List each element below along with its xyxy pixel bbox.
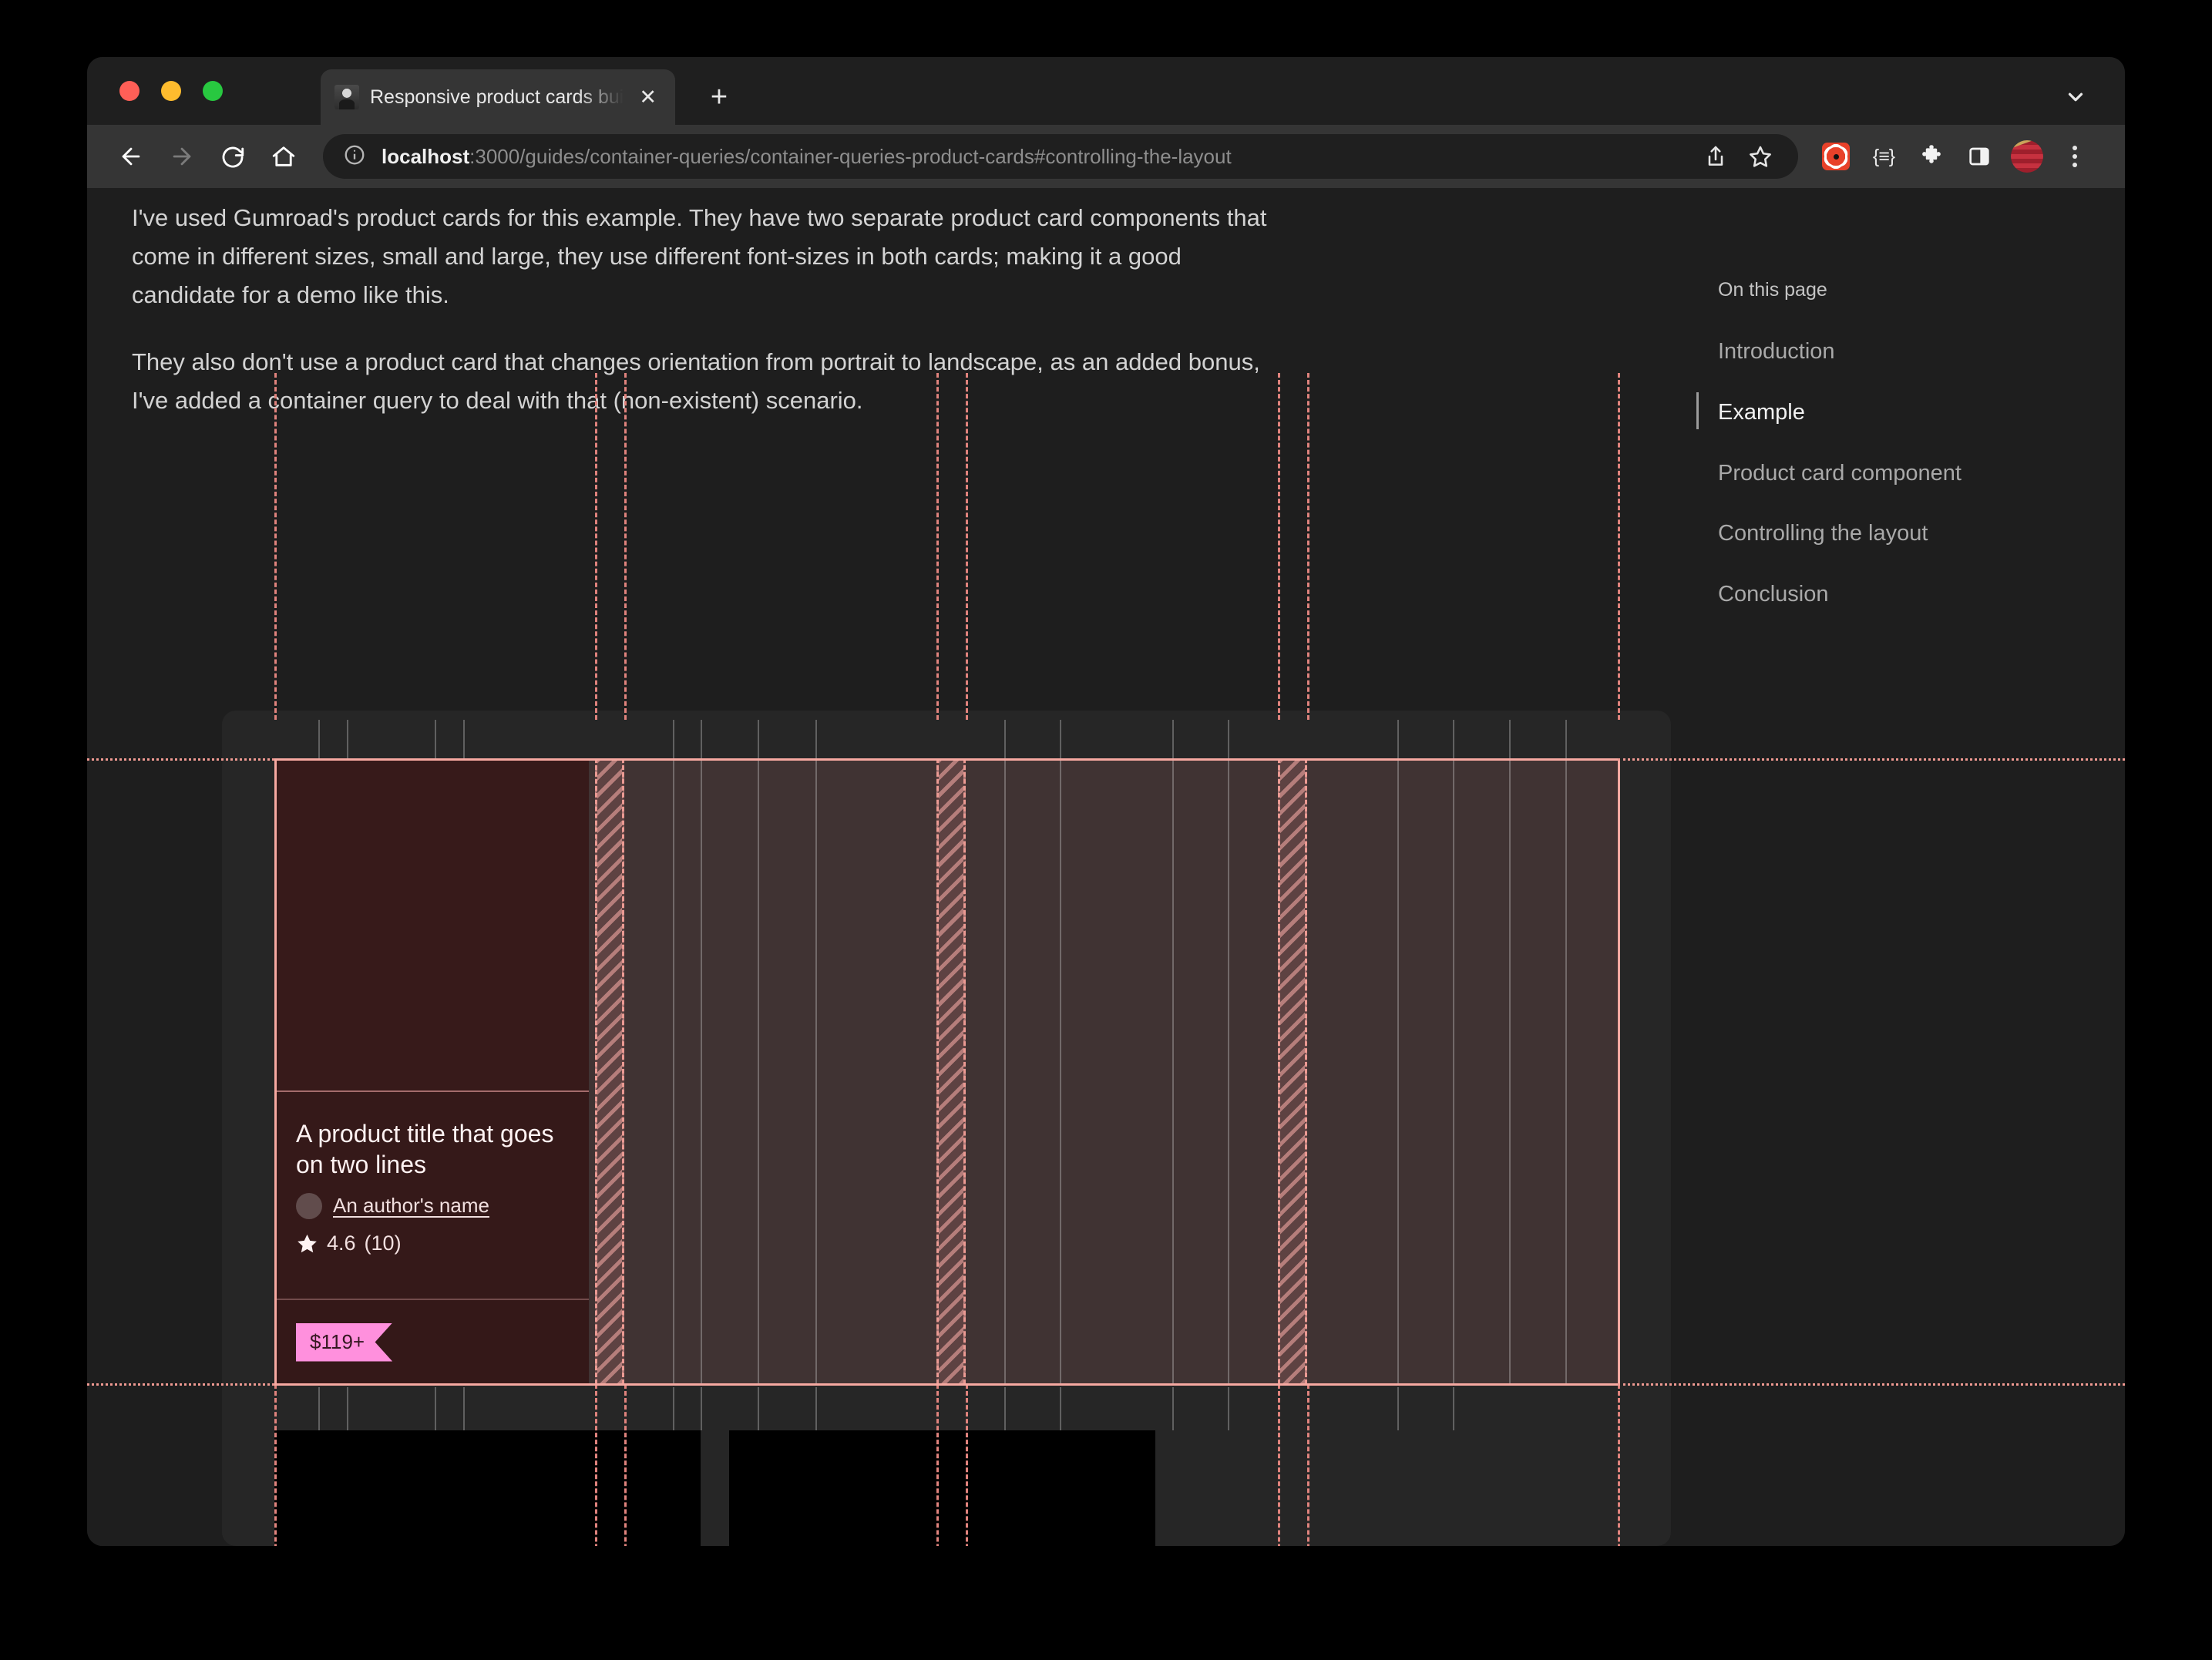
url-text: localhost:3000/guides/container-queries/…	[382, 145, 1232, 169]
star-outline-icon[interactable]	[1740, 136, 1781, 177]
product-card-image	[274, 758, 589, 1092]
puzzle-piece-icon[interactable]	[1911, 136, 1952, 177]
browser-window: Responsive product cards built ✕ + local…	[87, 57, 2125, 1546]
rating-count: (10)	[364, 1231, 402, 1255]
side-panel-icon[interactable]	[1958, 136, 2000, 177]
grid-column-line	[1307, 373, 1309, 720]
tab-strip: Responsive product cards built ✕ +	[87, 57, 2125, 125]
avatar	[296, 1192, 322, 1219]
forward-arrow-icon[interactable]	[160, 134, 204, 179]
three-dot-menu-icon[interactable]	[2054, 136, 2096, 177]
price-badge: $119+	[296, 1322, 393, 1362]
url-host: localhost	[382, 144, 470, 168]
code-extension-icon[interactable]: {≡}	[1863, 136, 1904, 177]
new-tab-button[interactable]: +	[704, 82, 735, 114]
grid-ruler-line	[1618, 1383, 2125, 1386]
article-content: I've used Gumroad's product cards for th…	[132, 188, 1272, 448]
page-viewport: I've used Gumroad's product cards for th…	[87, 188, 2125, 1546]
toc-item-conclusion[interactable]: Conclusion	[1696, 581, 2051, 608]
product-card-title: A product title that goes on two lines	[296, 1120, 554, 1179]
share-icon[interactable]	[1695, 136, 1736, 177]
grid-column-line	[1618, 373, 1620, 720]
grid-ruler-line	[1618, 758, 2125, 761]
react-devtools-icon[interactable]	[1815, 136, 1857, 177]
rating-value: 4.6	[327, 1231, 356, 1255]
home-icon[interactable]	[261, 134, 306, 179]
profile-avatar[interactable]	[2006, 136, 2048, 177]
toc-item-example[interactable]: Example	[1696, 391, 2051, 429]
toc-heading: On this page	[1718, 279, 1827, 301]
toc-item-introduction[interactable]: Introduction	[1696, 338, 2051, 365]
product-card-author[interactable]: An author's name	[296, 1192, 567, 1219]
minimize-window-button[interactable]	[161, 81, 181, 101]
chevron-down-icon[interactable]	[2059, 82, 2093, 113]
back-arrow-icon[interactable]	[109, 134, 153, 179]
product-card-small[interactable]	[274, 1430, 701, 1546]
product-card-rating: 4.6 (10)	[296, 1232, 567, 1255]
product-card-large[interactable]: A product title that goes on two lines A…	[274, 758, 589, 1384]
browser-toolbar: localhost:3000/guides/container-queries/…	[87, 125, 2125, 188]
browser-tab[interactable]: Responsive product cards built ✕	[321, 69, 675, 125]
tab-title: Responsive product cards built	[370, 86, 624, 108]
window-controls	[119, 81, 223, 101]
tab-favicon	[334, 85, 359, 109]
star-icon	[298, 1234, 317, 1252]
toc-item-product-card-component[interactable]: Product card component	[1696, 460, 2051, 487]
product-card-body: A product title that goes on two lines A…	[274, 1092, 589, 1300]
article-paragraph: I've used Gumroad's product cards for th…	[132, 204, 1267, 309]
reload-icon[interactable]	[210, 134, 255, 179]
maximize-window-button[interactable]	[203, 81, 223, 101]
product-card-small[interactable]	[729, 1430, 1155, 1546]
close-tab-button[interactable]: ✕	[634, 84, 661, 111]
product-card-footer: $119+	[274, 1300, 589, 1384]
grid-column-line	[1278, 373, 1280, 720]
toc-item-controlling-the-layout[interactable]: Controlling the layout	[1696, 520, 2051, 547]
on-this-page-nav: On this page Introduction Example Produc…	[1696, 279, 2051, 642]
close-window-button[interactable]	[119, 81, 140, 101]
url-path: :3000/guides/container-queries/container…	[469, 144, 1232, 168]
author-name-link[interactable]: An author's name	[333, 1194, 489, 1218]
address-bar-actions	[1695, 136, 1781, 177]
address-bar[interactable]: localhost:3000/guides/container-queries/…	[323, 134, 1798, 179]
info-circle-icon[interactable]	[343, 143, 366, 170]
article-paragraph: They also don't use a product card that …	[132, 348, 1260, 414]
